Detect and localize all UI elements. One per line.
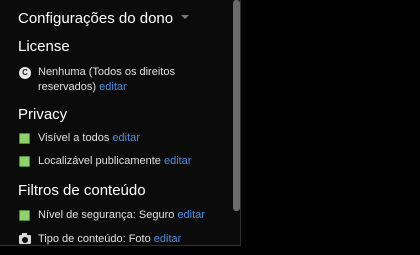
privacy-item-visible-text: Visível a todos editar — [38, 131, 228, 146]
settings-title-dropdown[interactable]: Configurações do dono — [18, 10, 189, 28]
privacy-searchable-label: Localizável publicamente — [38, 155, 161, 167]
copyright-icon: C — [19, 67, 31, 79]
filter-item-content-type-text: Tipo de conteúdo: Foto editar — [38, 232, 228, 245]
safety-level-label: Nível de segurança: Seguro — [38, 209, 175, 221]
edit-safety-link[interactable]: editar — [177, 209, 205, 221]
license-heading: License — [18, 38, 70, 55]
privacy-visible-label: Visível a todos — [38, 132, 110, 144]
caret-down-icon[interactable] — [180, 14, 189, 19]
privacy-heading: Privacy — [18, 106, 68, 123]
owner-settings-panel: Configurações do dono License C Nenhuma … — [0, 0, 241, 246]
license-text: Nenhuma (Todos os direitos reservados) e… — [38, 65, 228, 95]
edit-license-link[interactable]: editar — [99, 81, 127, 93]
edit-content-type-link[interactable]: editar — [154, 233, 182, 245]
content-filters-heading: Filtros de conteúdo — [18, 182, 146, 199]
camera-icon — [19, 233, 31, 244]
panel-title: Configurações do dono — [18, 10, 174, 27]
filter-item-safety-text: Nível de segurança: Seguro editar — [38, 208, 228, 223]
edit-searchable-link[interactable]: editar — [164, 155, 192, 167]
edit-visibility-link[interactable]: editar — [112, 132, 140, 144]
green-check-icon — [19, 156, 30, 167]
privacy-item-searchable-text: Localizável publicamente editar — [38, 154, 228, 169]
scrollbar[interactable] — [233, 0, 240, 211]
green-check-icon — [19, 210, 30, 221]
green-check-icon — [19, 133, 30, 144]
content-type-label: Tipo de conteúdo: Foto — [38, 233, 151, 245]
